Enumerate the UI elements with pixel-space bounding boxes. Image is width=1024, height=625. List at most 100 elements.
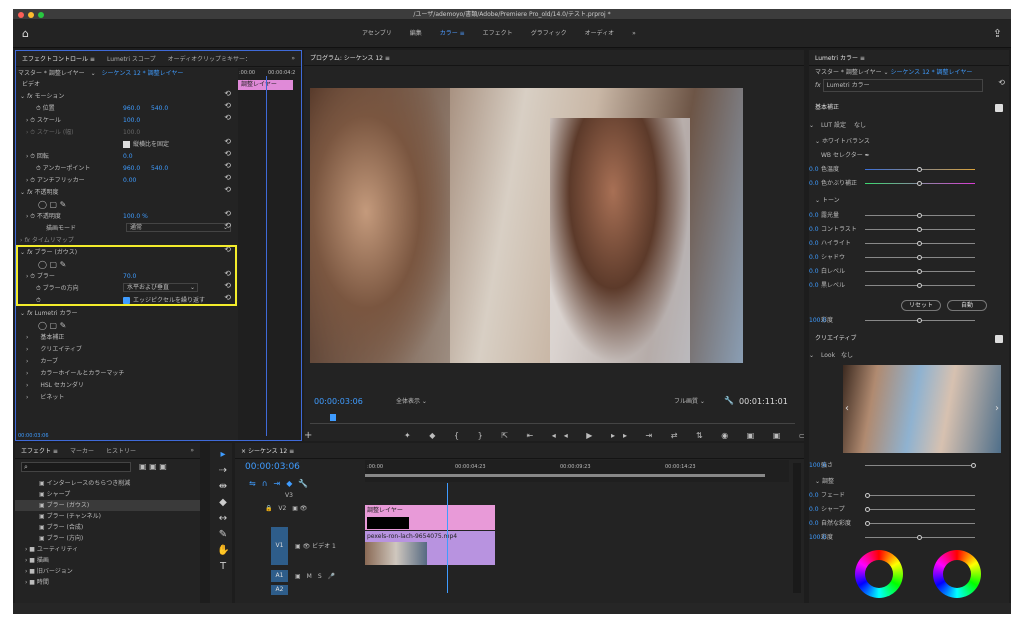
close-dot[interactable] [18, 12, 24, 18]
look-dropdown-icon[interactable]: ⌄ [809, 350, 1001, 361]
ec-playhead[interactable] [266, 76, 267, 436]
effects-search-input[interactable]: ⌕ [21, 462, 131, 472]
adjust-value[interactable]: 100.0 [809, 532, 1003, 543]
workspace-tab-assembly[interactable]: アセンブリ [353, 20, 401, 48]
reset-icon[interactable]: ⟲ [224, 209, 231, 218]
slip-tool-icon[interactable]: ↔ [217, 513, 229, 525]
ec-blend-dropdown[interactable]: 通常 ⌄ [126, 223, 231, 232]
selection-tool-icon[interactable]: ▸ [217, 449, 229, 461]
adjust-value[interactable]: 0.0 [809, 504, 1003, 515]
share-icon[interactable]: ⇪ [993, 27, 1002, 40]
reset-icon[interactable]: ⟲ [224, 221, 231, 230]
tab-effects[interactable]: エフェクト ≡ [15, 446, 64, 455]
track-a1-target[interactable]: A1 [271, 570, 288, 582]
tone-value[interactable]: 0.0 [809, 210, 1003, 221]
workspace-more-button[interactable]: » [623, 20, 645, 48]
reset-icon[interactable]: ⟲ [224, 161, 231, 170]
look-preview-image[interactable]: ‹ › [843, 365, 1001, 453]
effect-item[interactable]: ▣ ブラー (チャンネル) [39, 511, 101, 522]
panel-more-icon[interactable]: » [184, 447, 200, 454]
workspace-tab-color[interactable]: カラー ≡ [431, 20, 474, 48]
timeline-playhead[interactable] [447, 483, 448, 593]
add-button-icon[interactable]: + [304, 430, 800, 441]
track-v1-target[interactable]: V1 [271, 527, 288, 565]
tab-markers[interactable]: マーカー [64, 446, 100, 455]
ec-lumetri-row[interactable]: ⌄ fx Lumetri カラー [20, 308, 78, 319]
adjust-value[interactable]: 0.0 [809, 490, 1003, 501]
effects-filter-icons[interactable]: ▣ ▣ ▣ [139, 461, 167, 472]
track-v1-header[interactable]: ▣ 👁 ビデオ 1 [295, 541, 336, 552]
creative-enable-checkbox[interactable] [995, 335, 1003, 343]
section-creative[interactable]: クリエイティブ [815, 333, 857, 344]
effect-folder[interactable]: › ■ 時間 [25, 577, 49, 588]
color-wheel[interactable] [855, 550, 903, 598]
reset-icon[interactable]: ⟲ [998, 78, 1005, 87]
lut-dropdown-icon[interactable]: ⌄ [809, 120, 1001, 131]
reset-icon[interactable]: ⟲ [224, 173, 231, 182]
lumetri-fx-dropdown[interactable]: fx Lumetri カラー [815, 79, 983, 92]
workspace-tab-graphics[interactable]: グラフィック [522, 20, 576, 48]
color-wheel[interactable] [933, 550, 981, 598]
ec-opacity-masks[interactable]: ◯ ▢ ✎ [38, 199, 66, 210]
ec-timecode[interactable]: 00:00:03:06 [18, 431, 49, 440]
timeline-ruler[interactable]: :00:00 00:00:04:23 00:00:09:23 00:00:14:… [365, 460, 789, 482]
saturation-value[interactable]: 100.0 [809, 315, 1003, 326]
wrench-icon[interactable]: 🔧 [724, 395, 734, 406]
razor-tool-icon[interactable]: ◆ [217, 497, 229, 509]
effect-folder[interactable]: › ■ 描画 [25, 555, 49, 566]
basic-enable-checkbox[interactable] [995, 104, 1003, 112]
effect-folder[interactable]: › ■ ユーティリティ [25, 544, 78, 555]
section-basic[interactable]: 基本補正 [815, 102, 839, 113]
tab-effect-controls[interactable]: エフェクトコントロール ≡ [16, 54, 101, 63]
effect-folder[interactable]: › ■ 旧バージョン [25, 566, 73, 577]
adjust-value[interactable]: 0.0 [809, 518, 1003, 529]
tab-sequence[interactable]: × シーケンス 12 ≡ [235, 446, 300, 455]
program-quality-dropdown[interactable]: フル画質 ⌄ [674, 396, 705, 407]
intensity-value[interactable]: 100.0 [809, 460, 1003, 471]
ec-lumetri-item[interactable]: › カラーホイールとカラーマッチ [26, 368, 124, 379]
hand-tool-icon[interactable]: ✋ [217, 545, 229, 557]
section-tone[interactable]: ⌄ トーン [815, 195, 840, 206]
ec-motion-row[interactable]: ⌄ fx モーション [20, 91, 64, 102]
zoom-dot[interactable] [38, 12, 44, 18]
wb-selector[interactable]: WB セレクター ✒ [821, 150, 870, 161]
effect-item[interactable]: ▣ シャープ [39, 489, 70, 500]
reset-button[interactable]: リセット [901, 300, 941, 311]
timeline-tool-icons[interactable]: ⇋∩⇥◆🔧 [249, 478, 314, 489]
track-a1-header[interactable]: ▣MS🎤 [295, 571, 341, 582]
tone-value[interactable]: 0.0 [809, 266, 1003, 277]
minimize-dot[interactable] [28, 12, 34, 18]
tint-value[interactable]: 0.0 [809, 178, 1003, 189]
ec-lumetri-item[interactable]: › クリエイティブ [26, 344, 82, 355]
temp-value[interactable]: 0.0 [809, 164, 1003, 175]
ec-lumetri-item[interactable]: › HSL セカンダリ [26, 380, 84, 391]
reset-icon[interactable]: ⟲ [224, 101, 231, 110]
effect-item[interactable]: ▣ ブラー (合成) [39, 522, 83, 533]
reset-icon[interactable]: ⟲ [224, 89, 231, 98]
workspace-tab-audio[interactable]: オーディオ [576, 20, 624, 48]
tab-audio-clip-mixer[interactable]: オーディオクリップミキサー： [162, 54, 257, 63]
ec-lumetri-masks[interactable]: ◯ ▢ ✎ [38, 320, 66, 331]
look-prev-icon[interactable]: ‹ [845, 403, 849, 414]
reset-icon[interactable]: ⟲ [224, 113, 231, 122]
workspace-tab-edit[interactable]: 編集 [401, 20, 431, 48]
reset-icon[interactable]: ⟲ [224, 137, 231, 146]
pen-tool-icon[interactable]: ✎ [217, 529, 229, 541]
workspace-tab-effects[interactable]: エフェクト [474, 20, 522, 48]
tone-value[interactable]: 0.0 [809, 252, 1003, 263]
tone-value[interactable]: 0.0 [809, 224, 1003, 235]
look-next-icon[interactable]: › [995, 403, 999, 414]
track-a2-target[interactable]: A2 [271, 585, 288, 595]
effect-item-selected[interactable]: ▣ ブラー (ガウス) [15, 500, 200, 511]
tab-program[interactable]: プログラム: シーケンス 12 ≡ [304, 53, 396, 62]
ec-lock-aspect[interactable]: 縦横比を固定 [123, 139, 169, 150]
track-select-tool-icon[interactable]: ⇢ [217, 465, 229, 477]
panel-more-icon[interactable]: » [285, 55, 301, 62]
tab-lumetri-scopes[interactable]: Lumetri スコープ [101, 54, 162, 63]
ripple-edit-tool-icon[interactable]: ⇹ [217, 481, 229, 493]
auto-button[interactable]: 自動 [947, 300, 987, 311]
tone-value[interactable]: 0.0 [809, 280, 1003, 291]
clip-video[interactable]: pexels-ron-lach-9654075.mp4 [365, 531, 495, 565]
ec-opacity-row[interactable]: ⌄ fx 不透明度 [20, 187, 59, 198]
ec-seq-label[interactable]: シーケンス 12 * 調整レイヤー [102, 70, 184, 77]
